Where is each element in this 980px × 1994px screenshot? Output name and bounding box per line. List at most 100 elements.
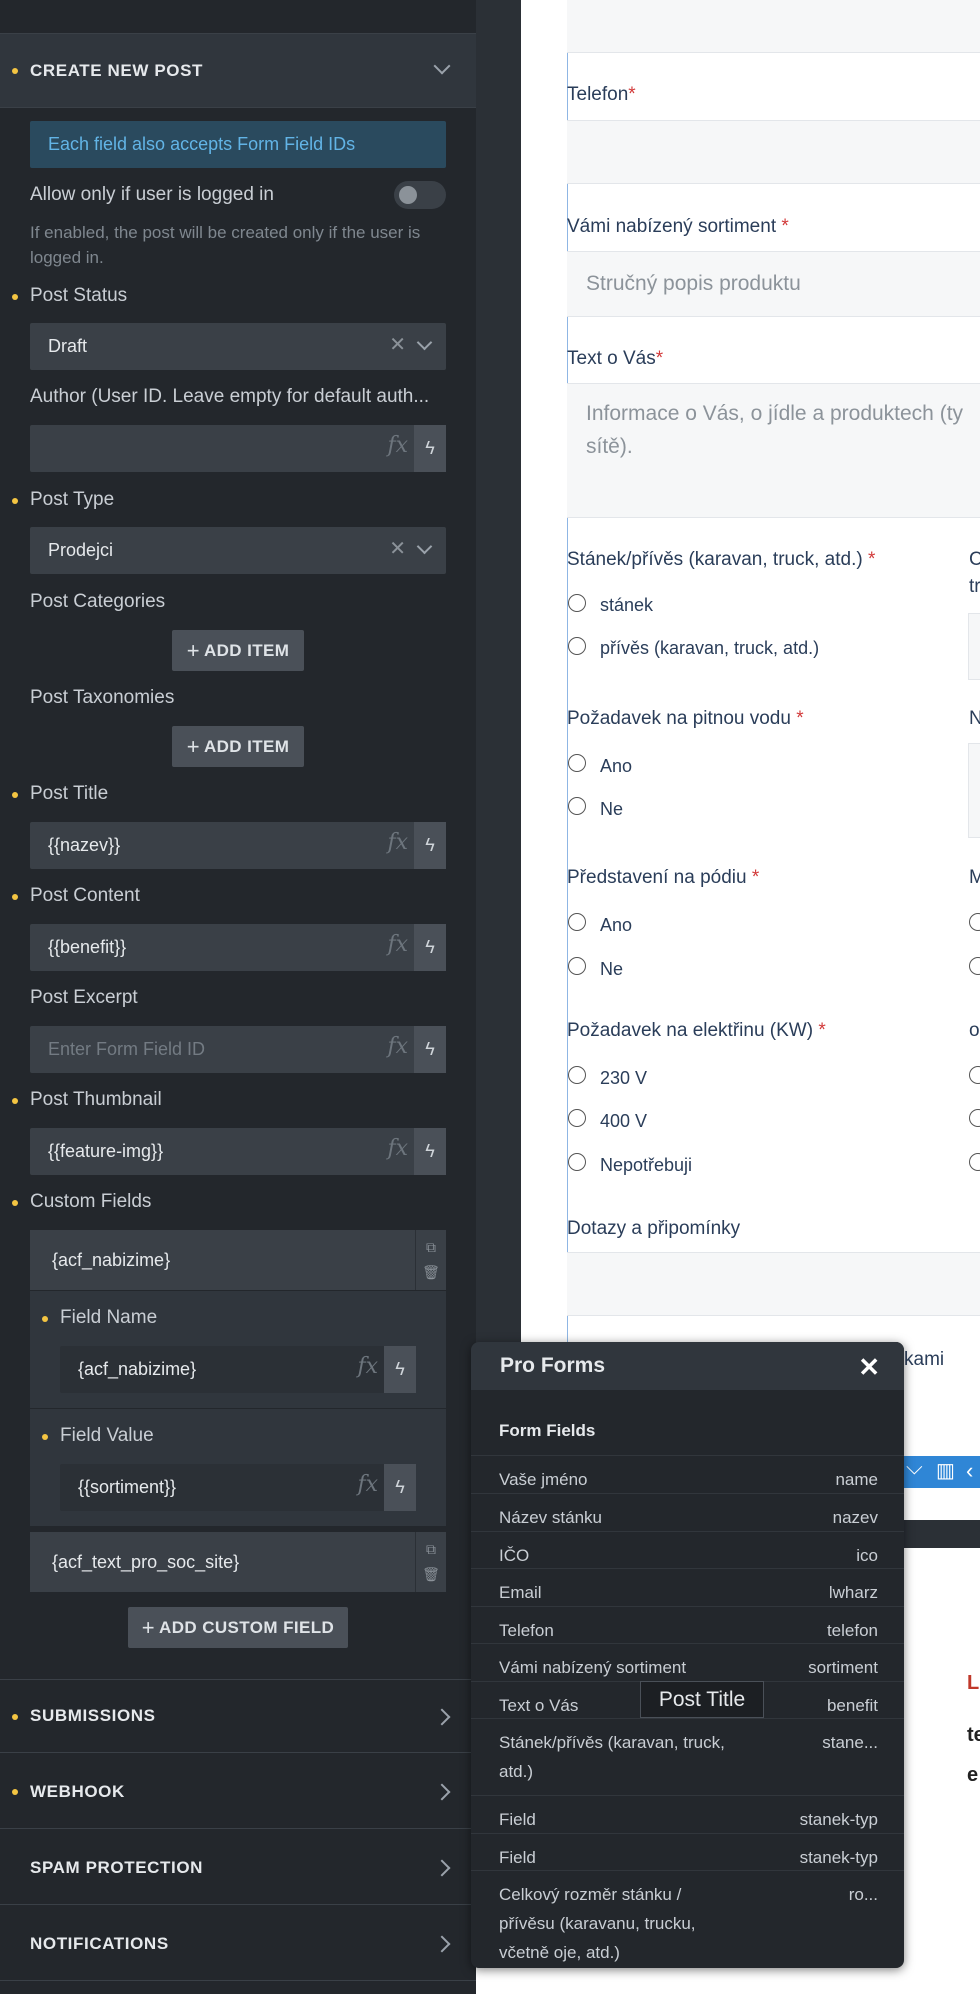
columns-icon[interactable]: ▥	[936, 1458, 955, 1483]
el-230-radio[interactable]	[568, 1066, 586, 1084]
field-name-value: {acf_nabizime}	[78, 1359, 197, 1379]
required-mark: *	[751, 867, 760, 888]
form-field-row[interactable]: Telefon telefon	[471, 1606, 904, 1643]
form-field-row[interactable]: Field stanek-typ	[471, 1833, 904, 1870]
telefon-input[interactable]	[567, 120, 980, 184]
custom-field-item[interactable]: {acf_text_pro_soc_site} ⧉ 🗑	[30, 1532, 446, 1592]
form-field-id: telefon	[826, 1621, 878, 1640]
modified-dot-icon	[12, 1098, 18, 1104]
podium-yes-label: Ano	[600, 915, 633, 935]
right-radio[interactable]	[969, 1153, 980, 1171]
text-textarea[interactable]: Informace o Vás, o jídle a produktech (t…	[567, 383, 980, 518]
section-notifications-header[interactable]: NOTIFICATIONS	[0, 1907, 476, 1981]
dotazy-input[interactable]	[567, 1252, 980, 1316]
add-custom-field-button[interactable]: + ADD CUSTOM FIELD	[128, 1607, 348, 1648]
fx-icon[interactable]: fx	[387, 932, 408, 957]
voda-no-radio[interactable]	[568, 797, 586, 815]
form-field-row[interactable]: Vaše jméno name	[471, 1455, 904, 1493]
required-mark: *	[867, 549, 876, 570]
field-name-input[interactable]: {acf_nabizime} fx ϟ	[60, 1346, 416, 1393]
post-thumbnail-input[interactable]: {{feature-img}} fx ϟ	[30, 1128, 446, 1175]
form-field-row[interactable]: Stánek/přívěs (karavan, truck, atd.) stan…	[471, 1718, 904, 1795]
clone-icon[interactable]: ⧉	[426, 1541, 436, 1558]
sortiment-input[interactable]: Stručný popis produktu	[567, 251, 980, 317]
dynamic-data-bolt-icon[interactable]: ϟ	[384, 1346, 416, 1393]
preview-input[interactable]	[567, 0, 980, 53]
form-field-row[interactable]: Vámi nabízený sortiment sortiment	[471, 1643, 904, 1681]
dynamic-data-bolt-icon[interactable]: ϟ	[414, 1026, 446, 1073]
dynamic-data-bolt-icon[interactable]: ϟ	[414, 425, 446, 472]
section-create-new-post-header[interactable]: CREATE NEW POST	[0, 34, 476, 108]
modified-dot-icon	[12, 294, 18, 300]
right-radio[interactable]	[969, 1109, 980, 1127]
add-category-button[interactable]: + ADD ITEM	[172, 630, 304, 671]
el-400-radio[interactable]	[568, 1109, 586, 1127]
section-spam-protection-header[interactable]: SPAM PROTECTION	[0, 1831, 476, 1905]
form-field-id: stane...	[822, 1733, 878, 1752]
right-column-input[interactable]	[968, 613, 980, 680]
section-submissions-header[interactable]: SUBMISSIONS	[0, 1679, 476, 1753]
next-section-text: te	[967, 1724, 980, 1746]
trash-icon[interactable]: 🗑	[422, 1264, 440, 1281]
dynamic-data-bolt-icon[interactable]: ϟ	[414, 1128, 446, 1175]
chevron-down-icon	[416, 334, 433, 351]
form-field-row[interactable]: Celkový rozměr stánku / přívěsu (karavan…	[471, 1870, 904, 1968]
podium-no-radio[interactable]	[568, 957, 586, 975]
post-content-input[interactable]: {{benefit}} fx ϟ	[30, 924, 446, 971]
stanek-radio[interactable]	[568, 594, 586, 612]
form-field-row[interactable]: Název stánku nazev	[471, 1493, 904, 1531]
custom-field-item[interactable]: {acf_nabizime} ⧉ 🗑	[30, 1230, 446, 1290]
dynamic-data-bolt-icon[interactable]: ϟ	[384, 1464, 416, 1511]
section-actions-header[interactable]	[0, 0, 476, 34]
element-toolbar[interactable]: ⌵ ▥ ‹	[896, 1454, 980, 1488]
podium-yes-radio[interactable]	[568, 913, 586, 931]
dynamic-data-bolt-icon[interactable]: ϟ	[414, 924, 446, 971]
prives-radio[interactable]	[568, 637, 586, 655]
logged-in-toggle[interactable]	[394, 181, 446, 209]
form-field-row[interactable]: Email lwharz	[471, 1568, 904, 1606]
close-icon[interactable]: ✕	[858, 1352, 880, 1383]
form-field-row[interactable]: IČO ico	[471, 1531, 904, 1568]
section-webhook-header[interactable]: WEBHOOK	[0, 1755, 476, 1829]
dynamic-data-bolt-icon[interactable]: ϟ	[414, 822, 446, 869]
fx-icon[interactable]: fx	[387, 1034, 408, 1059]
arrow-icon[interactable]: ‹	[966, 1458, 973, 1484]
section-title: SUBMISSIONS	[30, 1706, 156, 1725]
add-item-label: ADD ITEM	[203, 640, 290, 660]
post-status-select[interactable]: Draft ✕	[30, 323, 446, 370]
required-mark: *	[655, 348, 664, 369]
clear-icon[interactable]: ✕	[389, 536, 406, 561]
clear-icon[interactable]: ✕	[389, 332, 406, 357]
modified-dot-icon	[12, 792, 18, 798]
fx-icon[interactable]: fx	[387, 433, 408, 458]
post-title-input[interactable]: {{nazev}} fx ϟ	[30, 822, 446, 869]
right-column-label-cont: tr	[969, 576, 980, 597]
popup-title: Pro Forms	[500, 1354, 606, 1377]
voda-yes-radio[interactable]	[568, 754, 586, 772]
chevron-down-icon[interactable]: ⌵	[906, 1454, 923, 1480]
right-radio[interactable]	[969, 957, 980, 975]
fx-icon[interactable]: fx	[387, 1136, 408, 1161]
form-field-row[interactable]: Field stanek-typ	[471, 1795, 904, 1833]
right-radio[interactable]	[969, 1066, 980, 1084]
podium-no-label: Ne	[600, 959, 624, 979]
post-excerpt-input[interactable]: Enter Form Field ID fx ϟ	[30, 1026, 446, 1073]
fx-icon[interactable]: fx	[357, 1472, 378, 1497]
post-type-select[interactable]: Prodejci ✕	[30, 527, 446, 574]
field-value-input[interactable]: {{sortiment}} fx ϟ	[60, 1464, 416, 1511]
form-field-id: lwharz	[828, 1583, 878, 1602]
el-none-radio[interactable]	[568, 1153, 586, 1171]
trash-icon[interactable]: 🗑	[422, 1566, 440, 1583]
add-taxonomy-button[interactable]: + ADD ITEM	[172, 726, 304, 767]
voda-label: Požadavek na pitnou vodu *	[567, 708, 804, 729]
author-input[interactable]: fx ϟ	[30, 425, 446, 472]
voda-no-label: Ne	[600, 799, 624, 819]
right-column-input[interactable]	[968, 743, 980, 838]
fx-icon[interactable]: fx	[387, 830, 408, 855]
field-value-value: {{sortiment}}	[78, 1477, 177, 1497]
right-radio[interactable]	[969, 913, 980, 931]
fx-icon[interactable]: fx	[357, 1354, 378, 1379]
clone-icon[interactable]: ⧉	[426, 1239, 436, 1256]
logged-in-label: Allow only if user is logged in	[30, 184, 274, 205]
telefon-label: Telefon*	[567, 84, 636, 105]
